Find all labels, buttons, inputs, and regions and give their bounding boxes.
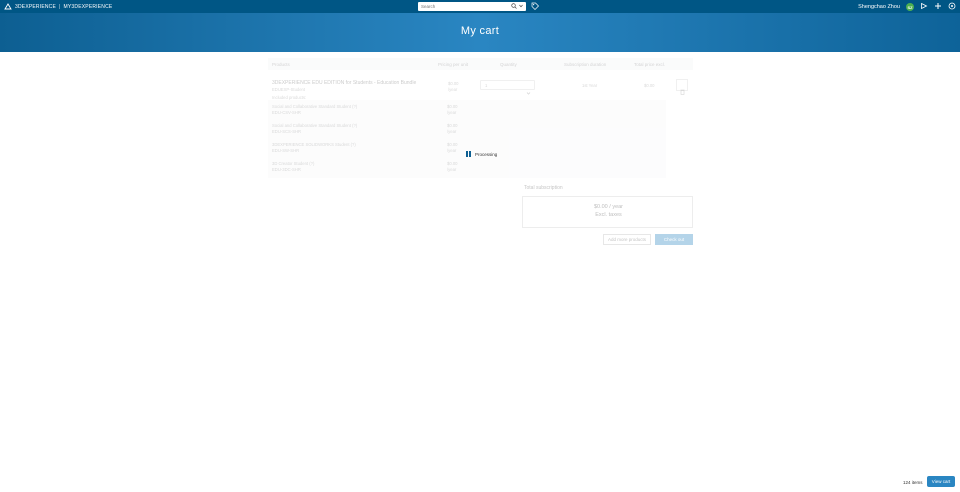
col-quantity: Quantity (500, 61, 517, 67)
spinner-icon (466, 151, 471, 157)
sub-item-period: /year (447, 148, 457, 153)
user-area: Shengchao Zhou SZ (858, 2, 956, 12)
header-band: My cart (0, 13, 960, 52)
sub-item-code: EDU-SCS-SHR (272, 129, 302, 134)
sub-item-period: /year (447, 129, 457, 134)
sub-item-name: Social and Collaborative Standard Studen… (272, 123, 358, 128)
3ds-logo-icon (4, 3, 12, 10)
sub-item-period: /year (447, 110, 457, 115)
search-box (418, 2, 526, 11)
total-tax-note: Excl. taxes (595, 212, 622, 218)
sub-item-name: 3DEXPERIENCE SOLIDWORKS Student (?) (272, 142, 356, 147)
remove-item-button[interactable] (676, 79, 688, 95)
col-duration: Subscription duration (564, 61, 607, 67)
brand-app-name: MY3DEXPERIENCE (63, 3, 113, 10)
sub-item-name: Social and Collaborative Standard Studen… (272, 104, 358, 109)
total-subscription-label: Total subscription (524, 185, 563, 191)
brand[interactable]: 3DEXPERIENCE | MY3DEXPERIENCE (4, 3, 112, 10)
cart-table: Products Pricing per unit Quantity Subsc… (268, 58, 693, 180)
product-duration: 1st Year (582, 83, 598, 88)
sub-item-code: EDU-3DC-SHR (272, 167, 301, 172)
loading-indicator: Processing (466, 151, 497, 157)
avatar[interactable]: SZ (906, 3, 914, 11)
total-box: $0.00 / year Excl. taxes (522, 196, 693, 228)
sub-item-code: EDU-SW-SHR (272, 148, 300, 153)
product-name[interactable]: 3DEXPERIENCE EDU EDITION for Students - … (272, 80, 416, 86)
quantity-value: 1 (485, 83, 488, 88)
tag-icon[interactable] (531, 2, 539, 12)
add-products-button[interactable]: Add more products (603, 234, 651, 245)
help-icon[interactable] (948, 2, 956, 12)
brand-separator: | (59, 3, 61, 10)
checkout-button[interactable]: Check out (655, 234, 693, 245)
quantity-select[interactable]: 1 (480, 80, 535, 95)
included-products: Social and Collaborative Standard Studen… (268, 100, 666, 178)
page-title: My cart (460, 25, 500, 37)
list-item: Social and Collaborative Standard Studen… (272, 123, 662, 141)
col-pricing: Pricing per unit (438, 61, 469, 67)
items-count: 124 items (903, 480, 923, 485)
loading-text: Processing (475, 151, 498, 157)
cart-table-header: Products Pricing per unit Quantity Subsc… (268, 58, 693, 70)
sub-item-price: $0.00 (447, 142, 458, 147)
view-cart-button[interactable]: View cart (927, 476, 955, 487)
list-item: 3D Creator Student (?) EDU-3DC-SHR $0.00… (272, 161, 662, 179)
total-value: $0.00 / year (593, 204, 624, 210)
chevron-down-icon[interactable] (518, 3, 524, 11)
search-icon[interactable] (511, 3, 517, 11)
sub-item-period: /year (447, 167, 457, 172)
plus-icon[interactable] (934, 2, 942, 12)
col-products: Products (272, 61, 290, 67)
chevron-down-icon (526, 83, 531, 101)
product-price: $0.00 (448, 81, 459, 86)
product-sku: EDUEXP-Student (272, 87, 306, 92)
sub-item-price: $0.00 (447, 123, 458, 128)
trash-icon (680, 82, 685, 100)
sub-item-code: EDU-CSV-SHR (272, 110, 301, 115)
col-total: Total price excl. (634, 61, 666, 67)
search-input[interactable] (418, 2, 506, 11)
user-name[interactable]: Shengchao Zhou (858, 4, 900, 10)
brand-name: 3DEXPERIENCE (15, 3, 57, 10)
product-price-period: /year (448, 87, 458, 92)
sub-item-name: 3D Creator Student (?) (272, 161, 315, 166)
product-total: $0.00 (644, 83, 655, 88)
top-bar: 3DEXPERIENCE | MY3DEXPERIENCE Shengchao … (0, 0, 960, 13)
sub-item-price: $0.00 (447, 104, 458, 109)
share-icon[interactable] (920, 2, 928, 12)
sub-item-price: $0.00 (447, 161, 458, 166)
list-item: Social and Collaborative Standard Studen… (272, 104, 662, 122)
